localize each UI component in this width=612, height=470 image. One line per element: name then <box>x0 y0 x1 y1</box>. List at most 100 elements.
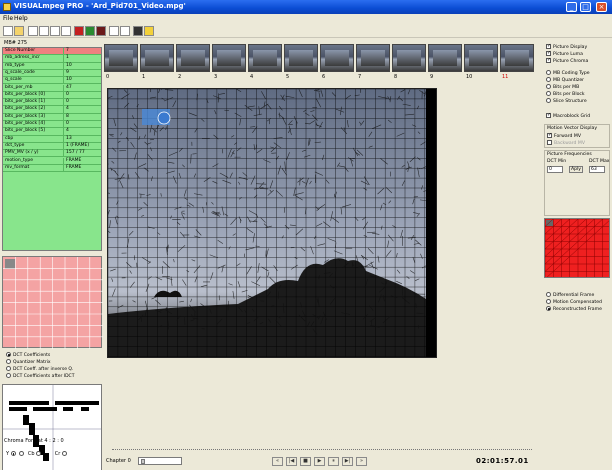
slice-row-value: 0 <box>66 121 69 126</box>
dct-pixel-blocks <box>3 385 101 470</box>
radio-icon <box>546 292 551 297</box>
stop-red-icon[interactable] <box>74 26 84 36</box>
slice-row-value: 10 <box>66 77 72 83</box>
slice-row: bits_per_mb 47 <box>3 84 101 92</box>
pause-button[interactable]: ⏸ <box>328 457 339 466</box>
slice-row-divider <box>63 142 64 150</box>
next-frame-button[interactable]: ▶| <box>342 457 353 466</box>
cb-radio[interactable] <box>36 451 42 456</box>
frame-thumbnail-image <box>469 50 493 66</box>
frame-thumbnail[interactable] <box>212 44 246 72</box>
slice-row-value: 13 <box>66 135 72 141</box>
fast-forward-button[interactable]: » <box>356 457 367 466</box>
black-border <box>426 89 436 357</box>
chapter-slider[interactable] <box>138 457 182 465</box>
frame-icon[interactable] <box>28 26 38 36</box>
window-title: VISUALmpeg PRO - 'Ard_Pid701_Video.mpg' <box>14 2 186 10</box>
monitor-icon[interactable] <box>133 26 143 36</box>
opt-reconstructed-frame[interactable]: Reconstructed Frame <box>546 306 602 313</box>
frame-thumbnail[interactable] <box>320 44 354 72</box>
frame-thumbnail[interactable] <box>356 44 390 72</box>
video-frame[interactable] <box>107 88 437 358</box>
slice-row-value: 4 <box>66 106 69 112</box>
timeline-track[interactable] <box>112 446 532 450</box>
new-icon[interactable] <box>3 26 13 36</box>
opt-picture-luma[interactable]: Picture Luma <box>546 50 583 58</box>
y-radio-2[interactable] <box>19 451 25 456</box>
slice-row-key: bits_per_block [2] <box>5 106 45 112</box>
opt-macroblock-grid[interactable]: Macroblock Grid <box>546 112 590 120</box>
frame-thumbnail[interactable] <box>500 44 534 72</box>
slice-row-value: 8 <box>66 113 69 119</box>
chapter-label: Chapter 0 <box>106 458 131 464</box>
dct-min-input[interactable]: 0 <box>547 166 563 173</box>
prev-frame-button[interactable]: |◀ <box>286 457 297 466</box>
open-icon[interactable] <box>14 26 24 36</box>
frame-thumbnail[interactable] <box>248 44 282 72</box>
warning-icon[interactable] <box>144 26 154 36</box>
grid-icon[interactable] <box>50 26 60 36</box>
zoom-icon[interactable] <box>109 26 119 36</box>
yuv-selector: Y Cb Cr <box>6 451 69 457</box>
frame-thumbnail[interactable] <box>140 44 174 72</box>
cr-radio[interactable] <box>61 451 67 456</box>
opt-backward-mv[interactable]: Backward MV <box>547 140 585 147</box>
menu-file[interactable]: File <box>3 15 13 22</box>
stop-green-icon[interactable] <box>85 26 95 36</box>
stop-dark-icon[interactable] <box>96 26 106 36</box>
radio-icon <box>6 359 11 364</box>
opt-bits-per-mb[interactable]: Bits per MB <box>546 84 579 91</box>
slice-row-value: FRAME <box>66 164 82 170</box>
minimize-button[interactable]: _ <box>566 2 577 12</box>
opt-differential-frame[interactable]: Differential Frame <box>546 292 594 299</box>
frame-thumbnail[interactable] <box>284 44 318 72</box>
block-grid[interactable] <box>2 256 103 349</box>
radio-icon <box>546 91 551 96</box>
opt-picture-display[interactable]: Picture Display <box>546 43 587 51</box>
opt-mb-coding-type[interactable]: MB Coding Type <box>546 70 590 77</box>
slider-knob[interactable] <box>141 459 145 464</box>
dct-option-2[interactable]: DCT Coeff. after inverse Q. <box>6 366 73 373</box>
dct-max-input[interactable]: 63 <box>589 166 605 173</box>
rewind-button[interactable]: « <box>272 457 283 466</box>
maximize-button[interactable]: □ <box>580 2 591 12</box>
frame-number: 0 <box>106 74 110 80</box>
slice-row-key: q_scale_code <box>5 69 35 75</box>
opt-slice-structure[interactable]: Slice Structure <box>546 98 587 105</box>
list-icon[interactable] <box>39 26 49 36</box>
opt-forward-mv[interactable]: Forward MV <box>547 132 581 140</box>
frame-thumbnail[interactable] <box>428 44 462 72</box>
radio-icon <box>6 366 11 371</box>
slice-row-divider <box>63 69 64 77</box>
opt-bits-per-block[interactable]: Bits per Block <box>546 91 585 98</box>
play-button[interactable]: ▶ <box>314 457 325 466</box>
y-radio[interactable] <box>10 451 16 456</box>
dct-option-0[interactable]: DCT Coefficients <box>6 352 50 359</box>
grid2-icon[interactable] <box>61 26 71 36</box>
frame-thumbnail-image <box>217 50 241 66</box>
frame-number: 8 <box>394 74 398 80</box>
dct-option-3[interactable]: DCT Coefficients after IDCT <box>6 373 74 380</box>
dct-option-1[interactable]: Quantizer Matrix <box>6 359 51 366</box>
target-icon[interactable] <box>120 26 130 36</box>
close-button[interactable]: × <box>596 2 607 12</box>
menu-help[interactable]: Help <box>14 15 28 22</box>
frame-thumbnail[interactable] <box>464 44 498 72</box>
slice-row-key: bits_per_block [3] <box>5 113 45 119</box>
opt-picture-chroma[interactable]: Picture Chroma <box>546 57 588 65</box>
playback-bar: Chapter 0 « |◀ ■ ▶ ⏸ ▶| » 02:01:57.01 <box>104 446 544 468</box>
checkbox-icon <box>546 112 551 118</box>
slice-row-value: 7 <box>66 48 69 53</box>
opt-mb-quantizer[interactable]: MB Quantizer <box>546 77 584 84</box>
frame-thumbnail[interactable] <box>104 44 138 72</box>
apply-button[interactable]: Aply <box>569 166 583 173</box>
slice-row-divider <box>63 62 64 70</box>
stop-button[interactable]: ■ <box>300 457 311 466</box>
slice-row-divider <box>63 121 64 128</box>
radio-icon <box>546 306 551 311</box>
frame-number: 6 <box>322 74 326 80</box>
dct-frequency-grid[interactable] <box>544 218 610 278</box>
opt-motion-compensated[interactable]: Motion Compensated <box>546 299 602 306</box>
frame-thumbnail[interactable] <box>392 44 426 72</box>
frame-thumbnail[interactable] <box>176 44 210 72</box>
